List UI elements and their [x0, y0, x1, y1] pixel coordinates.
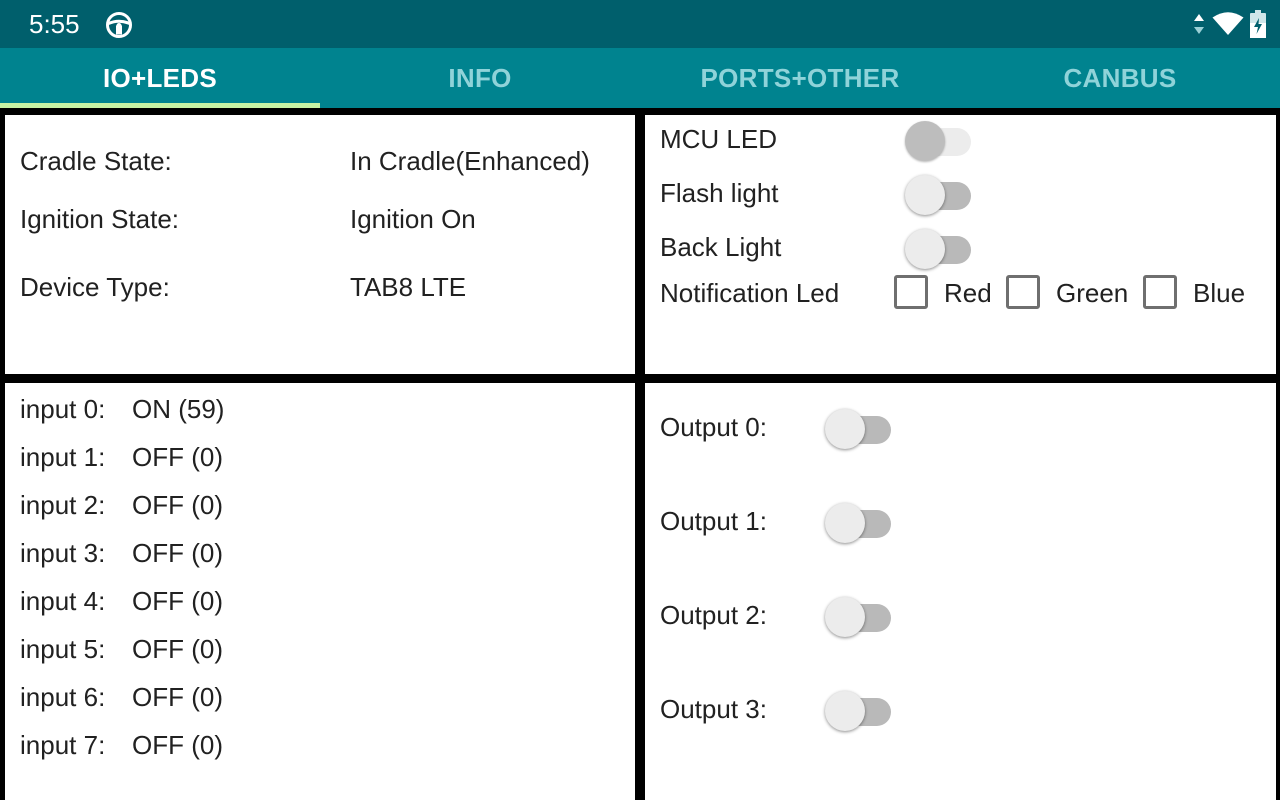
output-0-switch[interactable]	[825, 403, 893, 449]
wifi-icon	[1212, 12, 1244, 35]
device-type-label: Device Type:	[20, 272, 170, 302]
blue-label: Blue	[1193, 278, 1246, 308]
input-label: input 3:	[20, 538, 106, 568]
tab-info[interactable]: INFO	[320, 48, 640, 108]
tab-label: INFO	[448, 62, 512, 93]
input-value: OFF (0)	[132, 490, 223, 520]
flash-light-label: Flash light	[660, 178, 779, 208]
tab-label: IO+LEDS	[102, 62, 218, 93]
green-checkbox[interactable]	[1006, 275, 1040, 309]
status-bar: 5:55	[0, 0, 1280, 48]
switch-thumb	[825, 597, 865, 637]
data-arrows-icon	[1194, 14, 1204, 34]
input-label: input 5:	[20, 634, 106, 664]
leds-panel: MCU LED Flash light Back Light Notificat…	[645, 115, 1276, 374]
green-label: Green	[1056, 278, 1129, 308]
switch-thumb	[825, 691, 865, 731]
output-1-label: Output 1:	[660, 506, 767, 536]
mcu-led-switch[interactable]	[905, 115, 973, 161]
input-label: input 7:	[20, 730, 106, 760]
steering-wheel-icon	[106, 12, 132, 38]
ignition-state-value: Ignition On	[350, 204, 476, 234]
tab-ports-other[interactable]: PORTS+OTHER	[640, 48, 960, 108]
output-3-switch[interactable]	[825, 685, 893, 731]
output-3-label: Output 3:	[660, 694, 767, 724]
input-value: ON (59)	[132, 394, 225, 424]
cradle-state-value: In Cradle(Enhanced)	[350, 146, 590, 176]
input-value: OFF (0)	[132, 730, 223, 760]
input-value: OFF (0)	[132, 442, 223, 472]
tab-active-indicator	[0, 103, 320, 108]
input-value: OFF (0)	[132, 634, 223, 664]
switch-thumb	[825, 503, 865, 543]
back-light-label: Back Light	[660, 232, 782, 262]
device-info-panel: Cradle State: In Cradle(Enhanced) Igniti…	[5, 115, 635, 374]
switch-thumb	[905, 121, 945, 161]
device-type-value: TAB8 LTE	[350, 272, 467, 302]
input-label: input 4:	[20, 586, 106, 616]
status-time: 5:55	[29, 9, 80, 39]
battery-charging-icon	[1250, 10, 1266, 38]
ignition-state-label: Ignition State:	[20, 204, 179, 234]
input-value: OFF (0)	[132, 538, 223, 568]
input-value: OFF (0)	[132, 682, 223, 712]
blue-checkbox[interactable]	[1143, 275, 1177, 309]
flash-light-switch[interactable]	[905, 169, 973, 215]
cradle-state-label: Cradle State:	[20, 146, 172, 176]
switch-thumb	[905, 175, 945, 215]
inputs-panel: input 0: ON (59) input 1: OFF (0) input …	[5, 383, 635, 800]
output-0-label: Output 0:	[660, 412, 767, 442]
output-2-label: Output 2:	[660, 600, 767, 630]
tab-label: CANBUS	[1063, 62, 1177, 93]
switch-thumb	[905, 229, 945, 269]
input-label: input 2:	[20, 490, 106, 520]
tab-bar: IO+LEDS INFO PORTS+OTHER CANBUS	[0, 48, 1280, 108]
switch-thumb	[825, 409, 865, 449]
input-label: input 0:	[20, 394, 106, 424]
input-label: input 1:	[20, 442, 106, 472]
red-checkbox[interactable]	[894, 275, 928, 309]
tab-label: PORTS+OTHER	[700, 62, 900, 93]
input-label: input 6:	[20, 682, 106, 712]
tab-io-leds[interactable]: IO+LEDS	[0, 48, 320, 108]
output-1-switch[interactable]	[825, 497, 893, 543]
red-label: Red	[944, 278, 992, 308]
tab-canbus[interactable]: CANBUS	[960, 48, 1280, 108]
mcu-led-label: MCU LED	[660, 124, 778, 154]
back-light-switch[interactable]	[905, 223, 973, 269]
notification-led-label: Notification Led	[660, 278, 840, 308]
outputs-panel: Output 0: Output 1: Output 2: Output 3:	[645, 383, 1276, 800]
output-2-switch[interactable]	[825, 591, 893, 637]
input-value: OFF (0)	[132, 586, 223, 616]
